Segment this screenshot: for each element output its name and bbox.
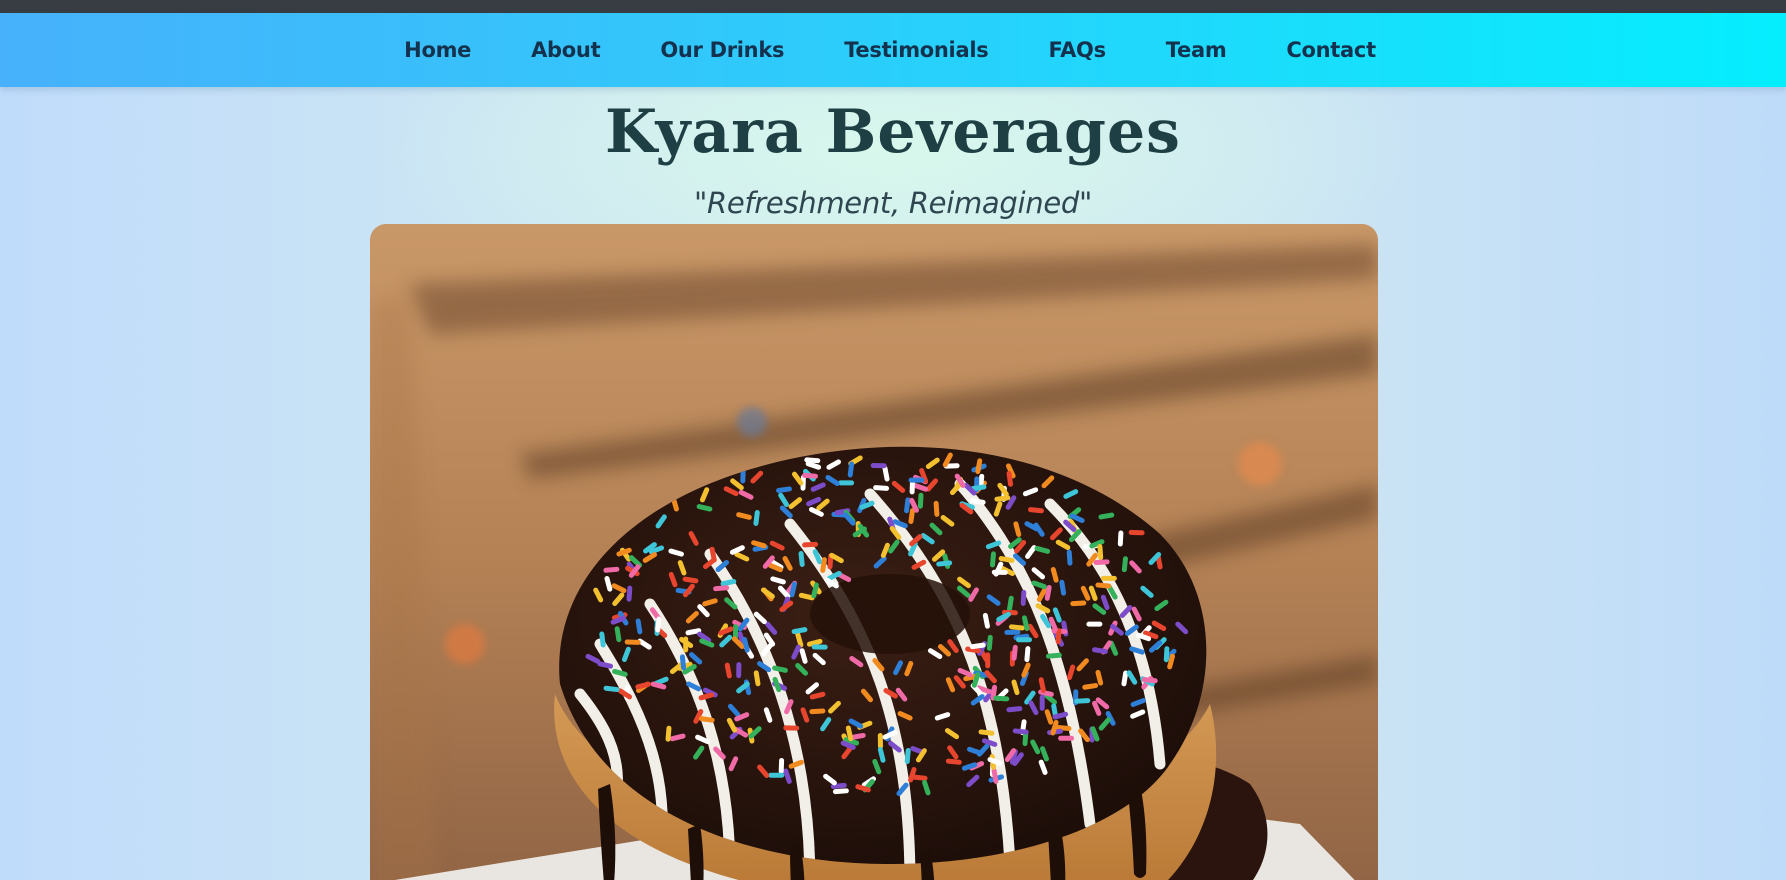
sprinkle	[1020, 589, 1027, 606]
sprinkle	[1070, 600, 1087, 607]
sprinkle	[811, 644, 828, 650]
sprinkle	[1117, 530, 1124, 547]
nav-link-contact[interactable]: Contact	[1286, 38, 1376, 62]
sprinkle	[683, 636, 689, 653]
sprinkle	[768, 772, 785, 778]
sprinkle	[624, 639, 641, 645]
sprinkle	[802, 541, 819, 548]
sprinkle	[1004, 629, 1021, 635]
sprinkle	[778, 758, 785, 774]
navbar: Home About Our Drinks Testimonials FAQs …	[0, 13, 1786, 87]
nav-link-testimonials[interactable]: Testimonials	[844, 38, 989, 62]
sprinkle	[877, 733, 883, 749]
sprinkle	[985, 652, 991, 669]
tagline: "Refreshment, Reimagined"	[693, 186, 1093, 220]
nav-link-team[interactable]: Team	[1166, 38, 1227, 62]
sprinkle	[838, 480, 855, 486]
sprinkle	[1016, 637, 1032, 643]
sprinkle	[1100, 575, 1117, 581]
nav-link-home[interactable]: Home	[404, 38, 471, 62]
sprinkle	[870, 463, 887, 469]
sprinkle	[917, 492, 924, 509]
sprinkle	[809, 708, 826, 715]
sprinkle	[1074, 698, 1091, 704]
browser-top-strip	[0, 0, 1786, 13]
sprinkle	[1039, 694, 1045, 711]
nav-link-our-drinks[interactable]: Our Drinks	[660, 38, 784, 62]
sprinkle	[783, 725, 800, 731]
nav-links: Home About Our Drinks Testimonials FAQs …	[0, 13, 1786, 87]
sprinkle	[1093, 559, 1110, 565]
sprinkle	[1163, 646, 1170, 663]
sprinkle	[1128, 529, 1145, 536]
sprinkle	[736, 662, 742, 679]
nav-link-faqs[interactable]: FAQs	[1048, 38, 1106, 62]
page-title: Kyara Beverages	[605, 97, 1181, 167]
donut-image	[370, 224, 1378, 880]
sprinkle	[1058, 735, 1075, 741]
sprinkle	[1086, 621, 1103, 627]
sprinkle	[908, 477, 925, 483]
hero-image	[370, 224, 1378, 880]
nav-link-about[interactable]: About	[531, 38, 601, 62]
